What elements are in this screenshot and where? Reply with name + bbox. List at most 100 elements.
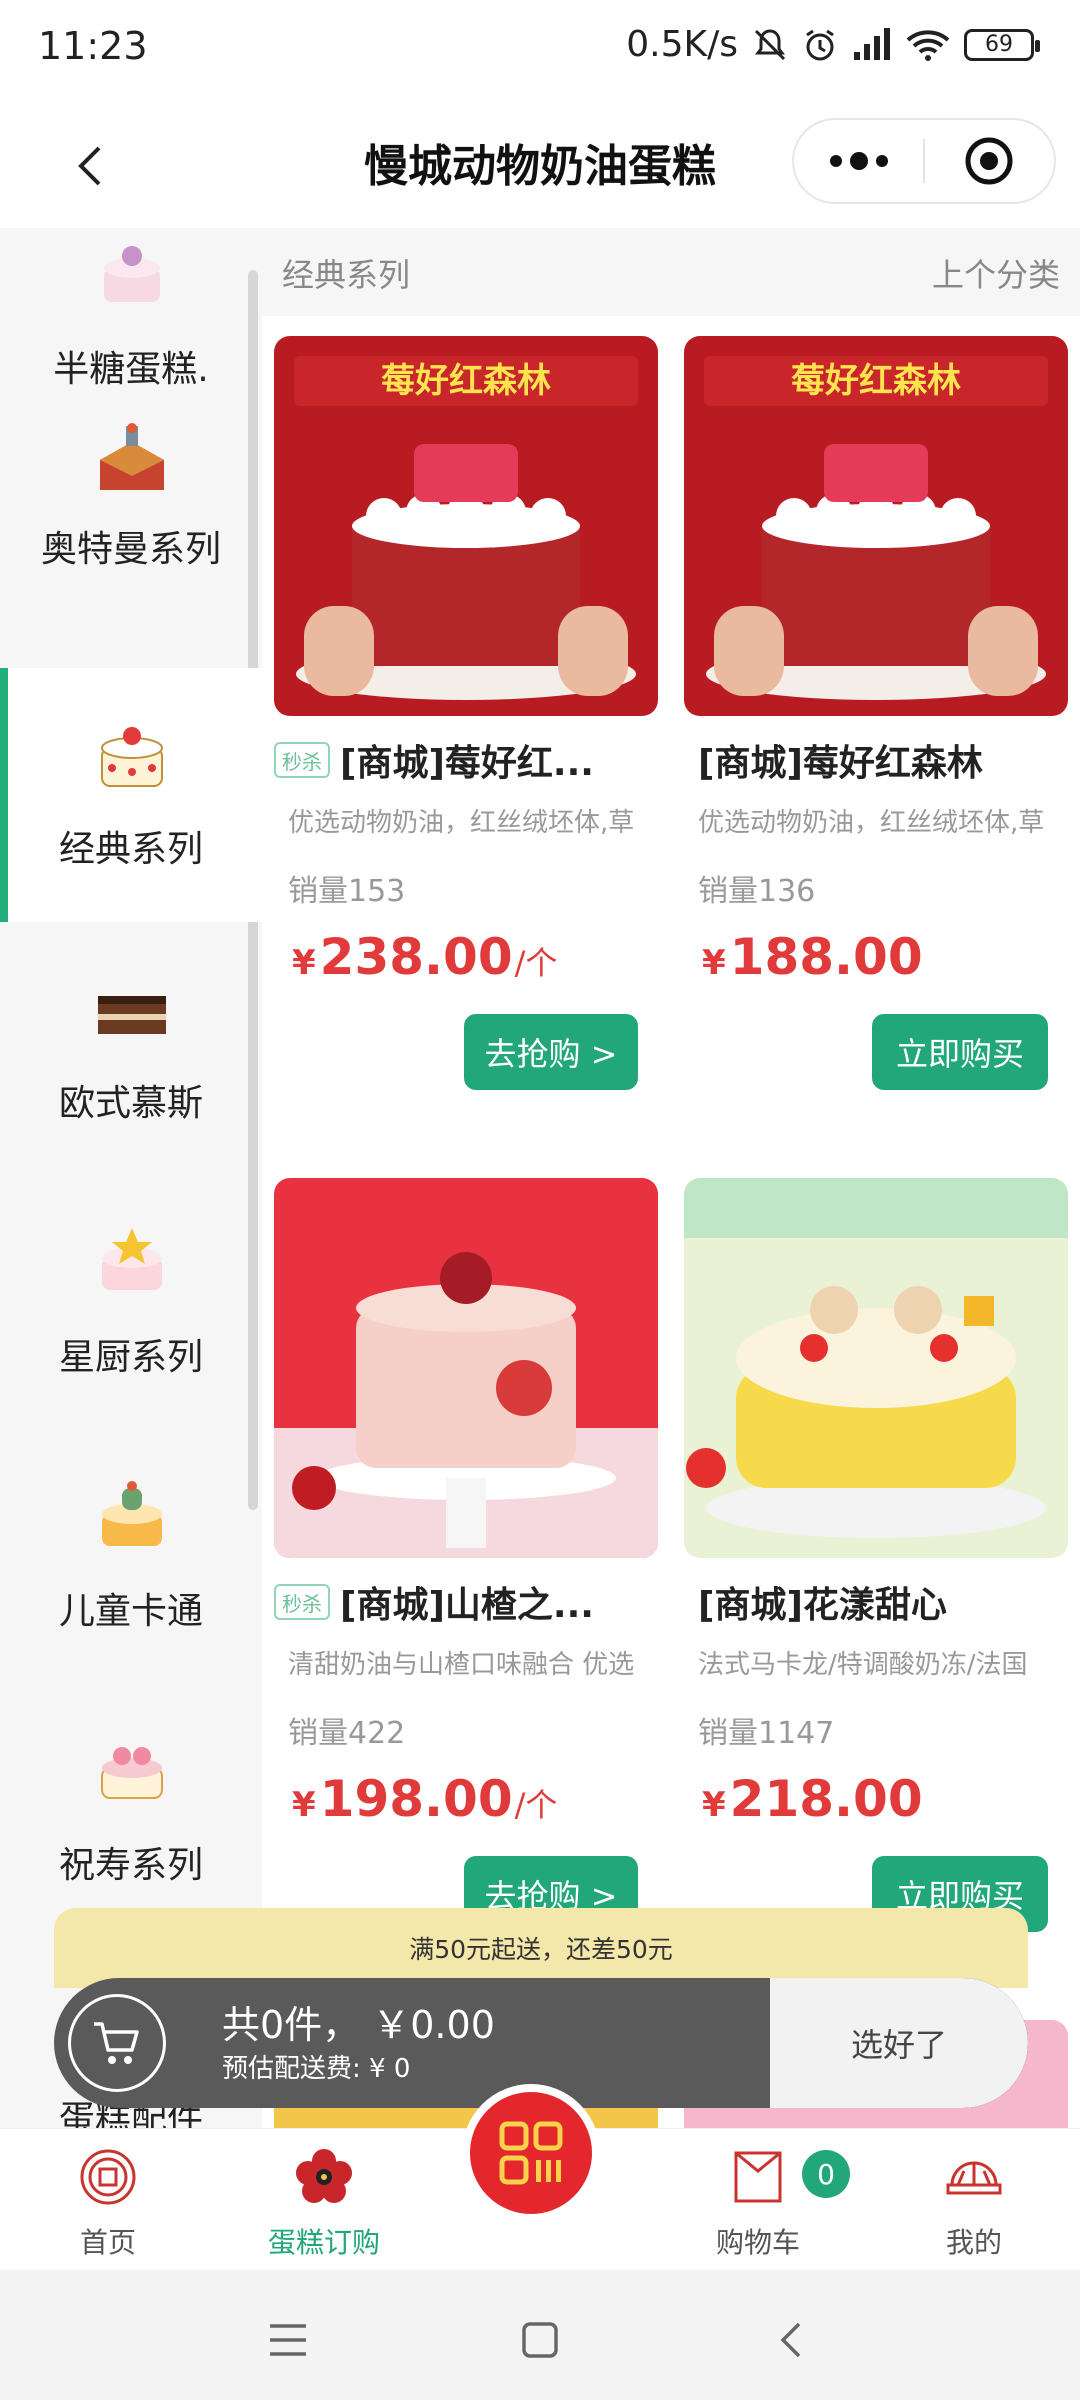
currency-symbol: ¥ [292, 943, 316, 983]
sidebar-item-label: 祝寿系列 [58, 1845, 203, 1886]
alarm-icon [806, 29, 834, 60]
more-menu-button[interactable] [794, 120, 923, 202]
product-card[interactable]: [商城]花漾甜心 法式马卡龙/特调酸奶冻/法国 销量1147 ¥ 218.00 … [684, 1178, 1068, 1938]
wifi-icon [906, 29, 950, 61]
status-time: 11:23 [38, 24, 148, 68]
close-miniprogram-button[interactable] [925, 120, 1054, 202]
product-description: 优选动物奶油，红丝绒坯体,草 [698, 808, 1045, 838]
product-title-row: [商城]花漾甜心 [684, 1576, 1068, 1628]
dot-icon [829, 155, 842, 167]
sidebar-item-half-sugar[interactable]: 半糖蛋糕. [0, 228, 262, 390]
tab-home[interactable]: 首页 [28, 2129, 188, 2271]
sidebar-item-label: 星厨系列 [58, 1337, 203, 1378]
cart-total: 共0件， ￥0.00 [222, 2003, 495, 2047]
price-value: 238.00 [319, 928, 513, 986]
shopping-cart-icon [94, 2022, 139, 2064]
min-order-notice: 满50元起送，还差50元 [54, 1908, 1028, 1988]
product-title[interactable]: [商城]山楂之... [340, 1576, 594, 1628]
product-list[interactable]: 经典系列 上个分类 莓好红森林 秒杀 [商城]莓好红... 优选动物奶油，红丝绒… [262, 228, 1080, 2128]
cake-banner-text: 莓好红森林 [791, 361, 961, 401]
sidebar-item-european-mousse[interactable]: 欧式慕斯 [0, 922, 262, 1176]
buy-now-button[interactable]: 立即购买 [872, 1014, 1048, 1090]
sidebar-item-label: 经典系列 [58, 829, 203, 870]
product-title[interactable]: [商城]花漾甜心 [684, 1576, 947, 1628]
mute-bell-icon [754, 28, 786, 60]
product-title[interactable]: [商城]莓好红... [340, 734, 594, 786]
price-value: 188.00 [729, 928, 923, 986]
red-velvet-cake-image: 莓好红森林 [684, 336, 1068, 716]
product-price: ¥ 188.00 [702, 928, 923, 986]
product-sales: 销量422 [288, 1716, 406, 1751]
classic-cake-icon [101, 727, 163, 787]
grab-deal-button[interactable]: 去抢购 > [464, 1014, 638, 1090]
price-unit: /个 [514, 944, 558, 982]
sidebar-item-classic[interactable]: 经典系列 [0, 668, 262, 922]
battery-level: 69 [985, 32, 1013, 57]
product-price: ¥ 198.00 /个 [292, 1770, 557, 1828]
cart-count-badge: 0 [802, 2150, 850, 2198]
sidebar-item-kids-cartoon[interactable]: 儿童卡通 [0, 1430, 262, 1684]
mousse-cake-icon [98, 996, 166, 1034]
product-title-row: [商城]莓好红森林 [684, 734, 1068, 786]
tab-mine[interactable]: 我的 [894, 2129, 1054, 2271]
hawthorn-cake-image [274, 1178, 658, 1558]
product-title[interactable]: [商城]莓好红森林 [684, 734, 983, 786]
system-navigation-bar [0, 2270, 1080, 2400]
product-image[interactable] [684, 1178, 1068, 1558]
ultraman-cake-icon [100, 423, 164, 490]
dot-icon [849, 152, 868, 170]
scan-button[interactable] [462, 2084, 600, 2222]
sidebar-item-ultraman[interactable]: 奥特曼系列 [0, 382, 262, 636]
product-price: ¥ 218.00 [702, 1770, 923, 1828]
sidebar-item-star-chef[interactable]: 星厨系列 [0, 1176, 262, 1430]
currency-symbol: ¥ [292, 1785, 316, 1825]
price-value: 218.00 [729, 1770, 923, 1828]
status-indicators: 0.5K/s 69 [626, 24, 1040, 65]
product-sales: 销量1147 [698, 1716, 835, 1751]
price-value: 198.00 [319, 1770, 513, 1828]
home-coin-icon [80, 2149, 136, 2205]
triangle-back-icon [780, 2322, 801, 2358]
delivery-fee: 预估配送费: ¥ 0 [222, 2054, 411, 2084]
cart-button[interactable] [68, 1994, 166, 2092]
kids-cartoon-cake-icon [102, 1481, 162, 1546]
price-unit: /个 [514, 1786, 558, 1824]
profile-hat-icon [946, 2161, 1002, 2195]
product-card[interactable]: 秒杀 [商城]山楂之... 清甜奶油与山楂口味融合 优选 销量422 ¥ 198… [274, 1178, 658, 1938]
cake-banner-text: 莓好红森林 [381, 361, 551, 401]
tab-cake-order[interactable]: 蛋糕订购 [244, 2129, 404, 2271]
recent-apps-button[interactable] [258, 2310, 318, 2370]
product-image[interactable]: 莓好红森林 [684, 336, 1068, 716]
product-sales: 销量153 [288, 874, 406, 909]
home-button[interactable] [510, 2310, 570, 2370]
product-card[interactable]: 莓好红森林 [商城]莓好红森林 优选动物奶油，红丝绒坯体,草 销量136 ¥ 1… [684, 336, 1068, 1096]
cart-bag-icon [734, 2151, 782, 2203]
previous-category-link[interactable]: 上个分类 [932, 250, 1060, 296]
miniprogram-capsule [792, 118, 1056, 204]
section-header: 经典系列 上个分类 [262, 228, 1080, 316]
battery-icon: 69 [964, 28, 1040, 61]
product-description: 清甜奶油与山楂口味融合 优选 [288, 1650, 635, 1680]
checkout-button[interactable]: 选好了 [770, 1978, 1028, 2108]
product-title-row: 秒杀 [商城]莓好红... [274, 734, 658, 786]
product-description: 法式马卡龙/特调酸奶冻/法国 [698, 1650, 1028, 1680]
product-description: 优选动物奶油，红丝绒坯体,草 [288, 808, 635, 838]
product-sales: 销量136 [698, 874, 816, 909]
tab-label: 我的 [945, 2226, 1002, 2259]
qr-code-icon [499, 2121, 563, 2185]
product-image[interactable] [274, 1178, 658, 1558]
tab-label: 购物车 [715, 2226, 800, 2259]
flower-sweetheart-cake-image [684, 1178, 1068, 1558]
sidebar-item-longevity[interactable]: 祝寿系列 [0, 1684, 262, 1938]
longevity-cake-icon [101, 1747, 163, 1799]
flash-sale-tag: 秒杀 [274, 742, 330, 778]
currency-symbol: ¥ [702, 943, 726, 983]
product-card[interactable]: 莓好红森林 秒杀 [商城]莓好红... 优选动物奶油，红丝绒坯体,草 销量153… [274, 336, 658, 1096]
currency-symbol: ¥ [702, 1785, 726, 1825]
network-speed: 0.5K/s [626, 24, 738, 65]
product-image[interactable]: 莓好红森林 [274, 336, 658, 716]
system-back-button[interactable] [760, 2310, 820, 2370]
category-sidebar[interactable]: 半糖蛋糕. 奥特曼系列 经典系列 欧式慕斯 星厨系列 儿童卡通 祝寿系列 蛋糕配… [0, 228, 262, 2128]
tab-cart[interactable]: 购物车 [678, 2129, 838, 2271]
flower-icon [296, 2149, 352, 2203]
